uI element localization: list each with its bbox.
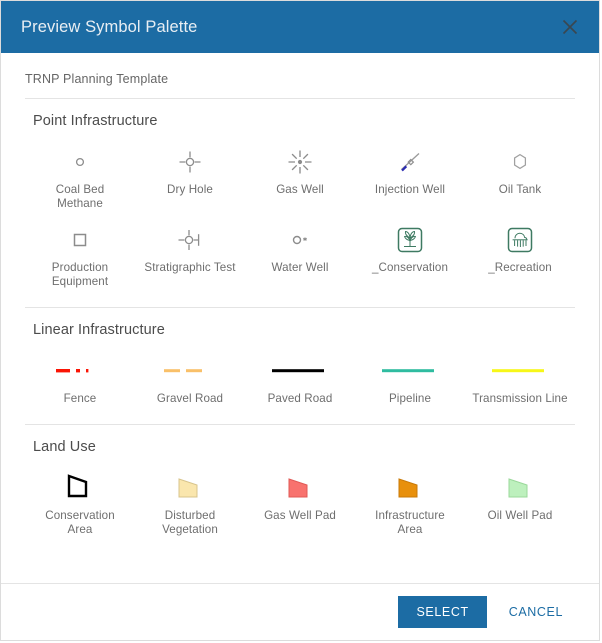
symbol-label: Oil Well Pad [488, 509, 553, 523]
conservation-leaf-icon-icon [380, 224, 440, 256]
symbol-label: Transmission Line [472, 392, 567, 406]
symbol-item[interactable]: Gravel Road [135, 348, 245, 412]
section-title: Point Infrastructure [25, 99, 575, 129]
symbol-item[interactable]: Oil Well Pad [465, 465, 575, 543]
symbol-section: Land Use Conservation Area Disturbed Veg… [1, 425, 599, 543]
section-title: Land Use [25, 425, 575, 455]
symbol-sections: Point InfrastructureCoal Bed Methane Dry… [1, 98, 599, 543]
crosshair-circle-marker-icon [160, 146, 220, 178]
section-title: Linear Infrastructure [25, 308, 575, 338]
symbol-item[interactable]: Infrastructure Area [355, 465, 465, 543]
symbol-item[interactable]: Dry Hole [135, 139, 245, 217]
symbol-label: Injection Well [375, 183, 445, 197]
symbol-item[interactable]: Water Well [245, 217, 355, 295]
symbol-label: Oil Tank [499, 183, 541, 197]
symbol-item[interactable]: Fence [25, 348, 135, 412]
polygon-fill-icon [490, 472, 550, 504]
recreation-park-icon-icon [490, 224, 550, 256]
symbol-item[interactable]: Paved Road [245, 348, 355, 412]
dashed-line-icon [160, 355, 220, 387]
polygon-outline-icon [50, 472, 110, 504]
symbol-label: Stratigraphic Test [144, 261, 235, 275]
symbol-item[interactable]: Oil Tank [465, 139, 575, 217]
sunburst-marker-icon [270, 146, 330, 178]
symbol-item[interactable]: _Conservation [355, 217, 465, 295]
symbol-item[interactable]: Gas Well Pad [245, 465, 355, 543]
dialog-footer: SELECT CANCEL [1, 583, 599, 640]
symbol-grid: Fence Gravel Road Paved Road Pipeline Tr… [25, 338, 575, 412]
close-icon[interactable] [555, 12, 585, 42]
page-title: Preview Symbol Palette [21, 18, 197, 37]
dialog-header: Preview Symbol Palette [1, 1, 599, 53]
symbol-label: Conservation Area [32, 509, 128, 537]
symbol-item[interactable]: _Recreation [465, 217, 575, 295]
symbol-item[interactable]: Coal Bed Methane [25, 139, 135, 217]
crosshair-bar-marker-icon [160, 224, 220, 256]
dialog-body: TRNP Planning Template Point Infrastruct… [1, 53, 599, 583]
cancel-button[interactable]: CANCEL [495, 596, 577, 628]
symbol-item[interactable]: Pipeline [355, 348, 465, 412]
symbol-label: Gravel Road [157, 392, 223, 406]
symbol-item[interactable]: Gas Well [245, 139, 355, 217]
symbol-grid: Coal Bed Methane Dry Hole Gas Well Injec… [25, 129, 575, 295]
symbol-label: Pipeline [389, 392, 431, 406]
solid-line-icon [490, 355, 550, 387]
symbol-label: Dry Hole [167, 183, 213, 197]
symbol-item[interactable]: Conservation Area [25, 465, 135, 543]
symbol-label: Water Well [271, 261, 328, 275]
symbol-section: Point InfrastructureCoal Bed Methane Dry… [1, 99, 599, 295]
symbol-label: Disturbed Vegetation [142, 509, 238, 537]
symbol-item[interactable]: Injection Well [355, 139, 465, 217]
symbol-label: Gas Well [276, 183, 324, 197]
square-marker-icon [50, 224, 110, 256]
symbol-label: Fence [64, 392, 97, 406]
symbol-label: Infrastructure Area [362, 509, 458, 537]
symbol-label: _Recreation [488, 261, 552, 275]
symbol-label: Production Equipment [32, 261, 128, 289]
injection-arrow-marker-icon [380, 146, 440, 178]
symbol-label: Paved Road [268, 392, 333, 406]
polygon-fill-icon [380, 472, 440, 504]
polygon-fill-icon [160, 472, 220, 504]
symbol-section: Linear Infrastructure Fence Gravel Road … [1, 308, 599, 412]
small-circle-marker-icon [50, 146, 110, 178]
solid-line-icon [270, 355, 330, 387]
hexagon-marker-icon [490, 146, 550, 178]
symbol-grid: Conservation Area Disturbed Vegetation G… [25, 455, 575, 543]
circle-asterisk-marker-icon [270, 224, 330, 256]
symbol-item[interactable]: Production Equipment [25, 217, 135, 295]
symbol-label: Gas Well Pad [264, 509, 336, 523]
polygon-fill-icon [270, 472, 330, 504]
dash-dot-line-icon [50, 355, 110, 387]
symbol-item[interactable]: Stratigraphic Test [135, 217, 245, 295]
template-name: TRNP Planning Template [1, 53, 599, 86]
symbol-label: Coal Bed Methane [32, 183, 128, 211]
symbol-label: _Conservation [372, 261, 448, 275]
symbol-item[interactable]: Transmission Line [465, 348, 575, 412]
solid-line-icon [380, 355, 440, 387]
preview-symbol-palette-dialog: Preview Symbol Palette TRNP Planning Tem… [0, 0, 600, 641]
select-button[interactable]: SELECT [398, 596, 486, 628]
symbol-item[interactable]: Disturbed Vegetation [135, 465, 245, 543]
